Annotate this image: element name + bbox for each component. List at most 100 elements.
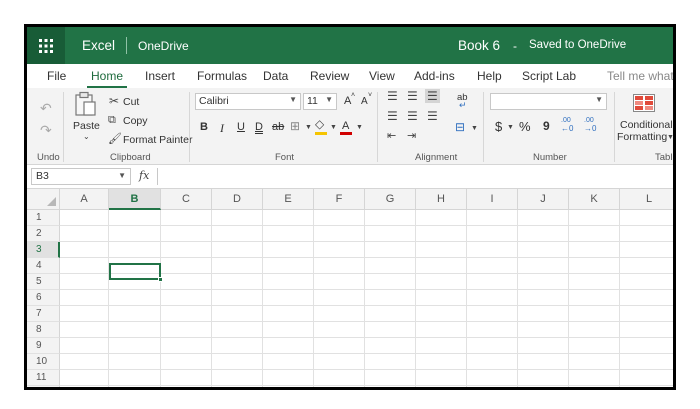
align-top-icon[interactable]: ☰	[387, 90, 398, 102]
row-header-3[interactable]: 3	[27, 242, 60, 258]
row-header-7[interactable]: 7	[27, 306, 60, 322]
row-header-12[interactable]: 12	[27, 386, 60, 387]
font-name-select[interactable]: Calibri ▼	[195, 93, 301, 110]
row-header-2[interactable]: 2	[27, 226, 60, 242]
borders-icon[interactable]: ⊞	[290, 120, 300, 132]
column-gridline	[517, 210, 518, 387]
column-header-c[interactable]: C	[161, 189, 212, 210]
row-header-6[interactable]: 6	[27, 290, 60, 306]
column-gridline	[160, 210, 161, 387]
tab-formulas[interactable]: Formulas	[197, 69, 247, 83]
column-header-j[interactable]: J	[518, 189, 569, 210]
shrink-font-button[interactable]: A	[361, 96, 368, 107]
bold-button[interactable]: B	[200, 121, 208, 133]
cut-icon[interactable]: ✂	[109, 95, 119, 107]
ribbon-separator	[189, 92, 190, 162]
column-header-k[interactable]: K	[569, 189, 620, 210]
workbook-name[interactable]: Book 6	[458, 38, 500, 53]
copy-icon[interactable]: ⧉	[108, 115, 116, 126]
column-header-b[interactable]: B	[109, 189, 161, 210]
tab-script-lab[interactable]: Script Lab	[522, 69, 576, 83]
column-header-g[interactable]: G	[365, 189, 416, 210]
tab-review[interactable]: Review	[310, 69, 349, 83]
clipboard-group-label: Clipboard	[110, 152, 151, 163]
chevron-down-icon[interactable]: ▼	[305, 124, 312, 131]
fill-handle[interactable]	[158, 277, 163, 282]
row-header-9[interactable]: 9	[27, 338, 60, 354]
column-gridline	[313, 210, 314, 387]
spreadsheet-grid[interactable]: ABCDEFGHIJKL 123456789101112	[27, 189, 673, 387]
insert-function-icon[interactable]: fx	[139, 169, 149, 182]
tab-file[interactable]: File	[47, 69, 66, 83]
row-header-5[interactable]: 5	[27, 274, 60, 290]
fill-color-icon[interactable]: ◇	[315, 118, 324, 130]
chevron-down-icon[interactable]: ▼	[330, 124, 337, 131]
align-center-icon[interactable]: ☰	[407, 110, 418, 122]
currency-button[interactable]: $	[495, 119, 502, 134]
chevron-down-icon[interactable]: ▼	[507, 124, 514, 131]
row-header-1[interactable]: 1	[27, 210, 60, 226]
copy-button[interactable]: Copy	[123, 115, 148, 127]
tab-data[interactable]: Data	[263, 69, 288, 83]
redo-icon[interactable]: ↷	[40, 123, 52, 137]
tab-help[interactable]: Help	[477, 69, 502, 83]
cut-button[interactable]: Cut	[123, 96, 139, 108]
column-header-l[interactable]: L	[620, 189, 673, 210]
conditional-formatting-icon[interactable]	[633, 94, 655, 112]
number-format-select[interactable]: ▼	[490, 93, 607, 110]
tab-add-ins[interactable]: Add-ins	[414, 69, 455, 83]
column-header-f[interactable]: F	[314, 189, 365, 210]
align-middle-icon[interactable]: ☰	[407, 90, 418, 102]
conditional-formatting-button[interactable]: Conditional	[620, 119, 673, 131]
undo-icon[interactable]: ↶	[40, 101, 52, 115]
column-gridline	[211, 210, 212, 387]
chevron-down-icon[interactable]: ▼	[118, 171, 126, 180]
tab-insert[interactable]: Insert	[145, 69, 175, 83]
italic-button[interactable]: I	[220, 121, 224, 136]
underline-button[interactable]: U	[237, 121, 245, 133]
percent-button[interactable]: %	[519, 119, 531, 134]
decrease-indent-icon[interactable]: ⇤	[387, 131, 396, 142]
chevron-down-icon[interactable]: ▼	[471, 125, 478, 132]
ribbon-separator	[377, 92, 378, 162]
column-header-a[interactable]: A	[60, 189, 109, 210]
row-header-11[interactable]: 11	[27, 370, 60, 386]
paste-button[interactable]: Paste ⌄	[71, 91, 101, 149]
double-underline-button[interactable]: D	[255, 121, 263, 133]
comma-style-button[interactable]: 9	[543, 119, 550, 133]
increase-decimal-button[interactable]: .00	[561, 117, 571, 124]
formula-input[interactable]	[157, 168, 673, 185]
app-launcher-button[interactable]	[27, 27, 65, 64]
align-left-icon[interactable]: ☰	[387, 110, 398, 122]
name-box[interactable]: B3 ▼	[31, 168, 131, 185]
selected-cell[interactable]	[109, 263, 161, 280]
font-size-select[interactable]: 11 ▼	[303, 93, 337, 110]
align-bottom-icon[interactable]: ☰	[425, 89, 440, 103]
chevron-down-icon[interactable]: ▼	[356, 124, 363, 131]
align-right-icon[interactable]: ☰	[427, 110, 438, 122]
decrease-decimal-button[interactable]: .00	[584, 117, 594, 124]
column-header-i[interactable]: I	[467, 189, 518, 210]
app-name[interactable]: Excel	[82, 38, 115, 53]
strikethrough-button[interactable]: ab	[272, 121, 284, 133]
column-header-d[interactable]: D	[212, 189, 263, 210]
format-painter-icon[interactable]: 🖌	[108, 134, 122, 145]
tell-me-search[interactable]: Tell me what y	[607, 69, 673, 83]
increase-indent-icon[interactable]: ⇥	[407, 131, 416, 142]
row-header-4[interactable]: 4	[27, 258, 60, 274]
tab-home[interactable]: Home	[91, 69, 123, 83]
select-all-button[interactable]	[27, 189, 60, 210]
column-header-e[interactable]: E	[263, 189, 314, 210]
format-painter-button[interactable]: Format Painter	[123, 134, 192, 146]
tab-view[interactable]: View	[369, 69, 395, 83]
row-gridline	[60, 353, 673, 354]
shrink-font-caret: ˅	[368, 92, 373, 99]
merge-center-icon[interactable]: ⊟	[455, 121, 465, 133]
font-color-button[interactable]: A	[342, 120, 349, 132]
row-header-10[interactable]: 10	[27, 354, 60, 370]
row-gridline	[60, 257, 673, 258]
chevron-down-icon[interactable]: ▼	[667, 134, 673, 141]
row-header-8[interactable]: 8	[27, 322, 60, 338]
onedrive-link[interactable]: OneDrive	[138, 39, 189, 53]
column-header-h[interactable]: H	[416, 189, 467, 210]
